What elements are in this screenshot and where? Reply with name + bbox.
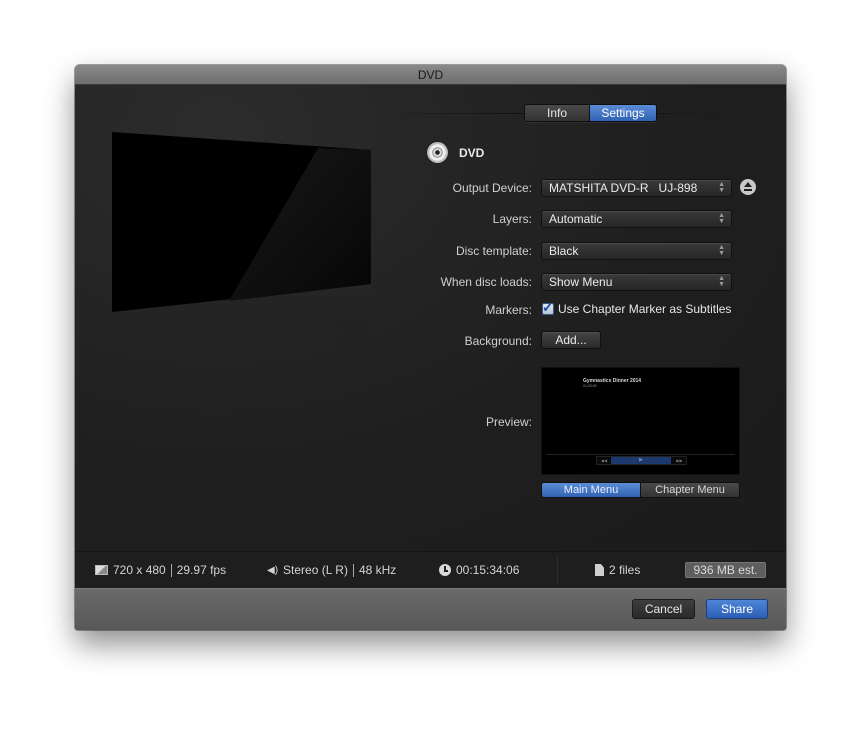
when-disc-loads-select[interactable]: Show Menu ▲ ▼ (541, 273, 732, 291)
audio-info: ◀︎) Stereo (L R) 48 kHz (267, 563, 396, 577)
output-device-value: MATSHITA DVD-R UJ-898 (549, 181, 698, 195)
disc-template-select[interactable]: Black ▲ ▼ (541, 242, 732, 260)
window-title: DVD (75, 65, 786, 85)
when-disc-loads-label: When disc loads: (440, 275, 532, 289)
status-bar: 720 x 480 29.97 fps ◀︎) Stereo (L R) 48 … (75, 551, 786, 588)
document-icon (595, 564, 604, 576)
background-label: Background: (464, 334, 532, 348)
audio-sample-rate: 48 kHz (358, 563, 397, 577)
menu-preview: Gymnastics Dinner 2014 01:20:00 ◀◀ ▶ ▶▶ (541, 367, 740, 475)
chevron-updown-icon: ▲ ▼ (718, 212, 725, 225)
cancel-button[interactable]: Cancel (632, 599, 695, 619)
status-divider (557, 555, 558, 585)
duration: 00:15:34:06 (456, 563, 520, 577)
preview-playback-controls: ◀◀ ▶ ▶▶ (596, 456, 687, 465)
tab-info[interactable]: Info (525, 105, 590, 121)
next-icon: ▶▶ (676, 458, 683, 463)
video-frame-icon (95, 565, 108, 575)
separator (170, 563, 172, 577)
frame-rate: 29.97 fps (176, 563, 227, 577)
file-count: 2 files (609, 563, 641, 577)
checkmark-icon: ✓ (542, 299, 554, 315)
preview-label: Preview: (485, 415, 532, 429)
dvd-share-dialog: DVD Info Settings DVD Output Device: MAT… (75, 65, 786, 630)
dvd-disc-icon (427, 142, 448, 163)
resolution: 720 x 480 (113, 563, 166, 577)
audio-channels: Stereo (L R) (283, 563, 348, 577)
share-button[interactable]: Share (706, 599, 768, 619)
dialog-content: Info Settings DVD Output Device: MATSHIT… (75, 85, 786, 551)
clock-icon (439, 564, 451, 576)
eject-icon[interactable] (740, 179, 756, 195)
chevron-updown-icon: ▲ ▼ (718, 181, 725, 194)
markers-label: Markers: (485, 303, 532, 317)
layers-select[interactable]: Automatic ▲ ▼ (541, 210, 732, 228)
size-estimate-badge: 936 MB est. (685, 562, 766, 578)
output-preview-thumbnail (112, 129, 372, 349)
video-info: 720 x 480 29.97 fps (95, 563, 226, 577)
chapter-markers-checkbox-label: Use Chapter Marker as Subtitles (558, 302, 732, 316)
chapter-markers-checkbox[interactable]: ✓ (542, 299, 554, 315)
layers-label: Layers: (492, 212, 532, 226)
duration-info: 00:15:34:06 (439, 563, 519, 577)
output-device-label: Output Device: (452, 181, 532, 195)
chevron-updown-icon: ▲ ▼ (718, 244, 725, 257)
play-icon: ▶ (611, 457, 671, 464)
view-tabs: Info Settings (524, 104, 657, 122)
files-info: 2 files (595, 563, 640, 577)
menu-preview-tabs: Main Menu Chapter Menu (541, 482, 740, 498)
tab-chapter-menu[interactable]: Chapter Menu (641, 483, 739, 497)
chapter-markers-checkbox-row[interactable]: ✓ Use Chapter Marker as Subtitles (542, 299, 732, 316)
previous-icon: ◀◀ (600, 458, 608, 463)
format-label: DVD (459, 145, 485, 160)
tab-main-menu[interactable]: Main Menu (542, 483, 641, 497)
disc-template-value: Black (549, 244, 579, 258)
preview-divider (546, 454, 735, 455)
when-disc-loads-value: Show Menu (549, 275, 613, 289)
tab-settings[interactable]: Settings (590, 105, 656, 121)
speaker-icon: ◀︎) (267, 564, 279, 576)
format-header: DVD (427, 142, 484, 163)
add-background-button[interactable]: Add... (541, 331, 601, 349)
chevron-updown-icon: ▲ ▼ (718, 275, 725, 288)
disc-template-label: Disc template: (455, 244, 532, 258)
separator (352, 563, 354, 577)
layers-value: Automatic (549, 212, 603, 226)
dialog-footer: Cancel Share (75, 588, 786, 630)
output-device-select[interactable]: MATSHITA DVD-R UJ-898 ▲ ▼ (541, 179, 732, 197)
preview-menu-subtitle: 01:20:00 (583, 384, 597, 388)
